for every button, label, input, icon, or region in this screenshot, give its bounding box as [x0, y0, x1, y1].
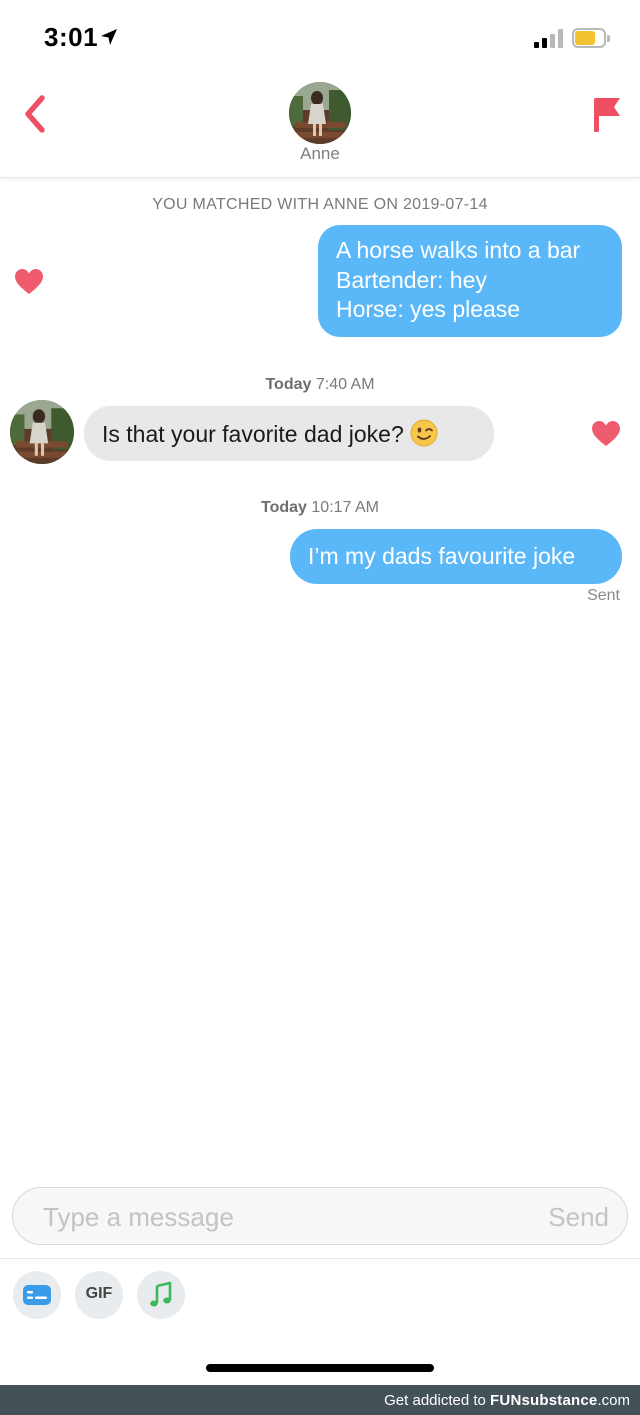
card-button[interactable]	[13, 1271, 61, 1319]
music-button[interactable]	[137, 1271, 185, 1319]
outgoing-message[interactable]: I’m my dads favourite joke	[290, 529, 622, 584]
status-time: 3:01	[44, 22, 99, 52]
message-input[interactable]	[43, 1198, 523, 1236]
contact-avatar[interactable]	[289, 82, 351, 144]
watermark-suffix: .com	[597, 1392, 630, 1409]
cellular-signal-icon	[534, 28, 564, 48]
message-line: Bartender: hey	[336, 266, 487, 293]
flag-icon[interactable]	[588, 92, 624, 136]
timestamp-day: Today	[265, 376, 312, 393]
message-line: Horse: yes please	[336, 296, 521, 322]
match-banner: YOU MATCHED WITH ANNE ON 2019-07-14	[152, 196, 488, 213]
timestamp-day: Today	[261, 499, 307, 516]
send-button[interactable]: Send	[548, 1202, 609, 1233]
heart-icon[interactable]	[14, 268, 44, 296]
gif-label: GIF	[85, 1285, 113, 1302]
message-text: I’m my dads favourite joke	[308, 543, 576, 569]
heart-icon[interactable]	[591, 420, 621, 448]
chat-header: Anne	[0, 72, 640, 178]
delivery-status: Sent	[587, 587, 620, 604]
watermark-brand: FUNsubstance	[490, 1392, 598, 1409]
message-composer: Send	[12, 1187, 628, 1245]
music-note-icon	[150, 1281, 172, 1307]
message-timestamp: Today 10:17 AM	[0, 499, 640, 517]
home-indicator[interactable]	[206, 1364, 434, 1372]
watermark-text: Get addicted to FUNsubstance.com	[384, 1392, 630, 1409]
message-timestamp: Today 7:40 AM	[0, 376, 640, 394]
incoming-message[interactable]: Is that your favorite dad joke?	[84, 406, 494, 461]
chevron-left-icon[interactable]	[18, 92, 54, 136]
contact-avatar[interactable]	[10, 400, 74, 464]
gif-button[interactable]: GIF	[75, 1271, 123, 1319]
wink-emoji-icon	[410, 419, 438, 447]
divider	[0, 1258, 640, 1259]
timestamp-time: 7:40 AM	[315, 376, 375, 393]
timestamp-time: 10:17 AM	[311, 499, 379, 516]
location-arrow-icon	[101, 29, 117, 45]
watermark-bar: Get addicted to FUNsubstance.com	[0, 1385, 640, 1415]
status-bar: 3:01	[0, 0, 640, 72]
battery-icon	[572, 28, 610, 48]
contact-name: Anne	[300, 144, 340, 163]
chat-screen: 3:01 Anne YOU MATCHED WITH ANNE ON 2019-…	[0, 0, 640, 1415]
message-line: A horse walks into a bar	[336, 237, 581, 263]
card-icon	[23, 1285, 51, 1305]
message-text: Is that your favorite dad joke?	[102, 421, 404, 447]
outgoing-message[interactable]: A horse walks into a bar Bartender: hey …	[318, 225, 622, 337]
watermark-prefix: Get addicted to	[384, 1392, 486, 1409]
